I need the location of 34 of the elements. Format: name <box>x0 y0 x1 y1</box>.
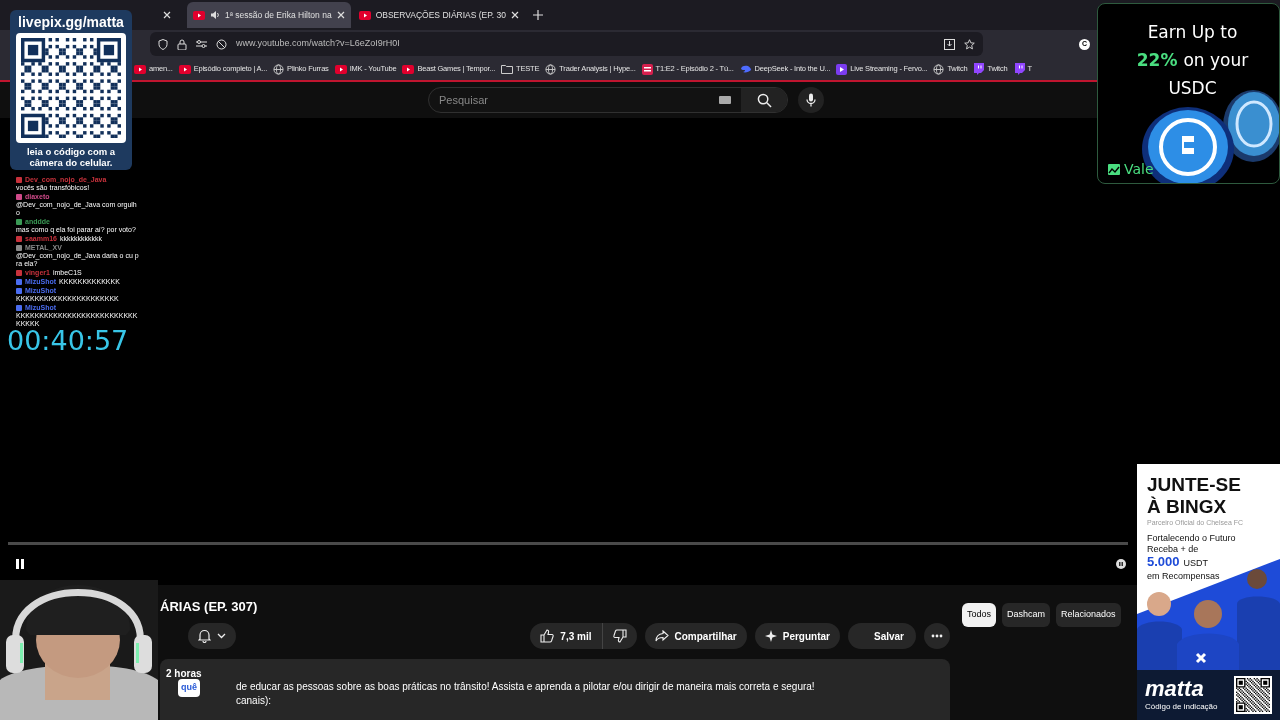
ad-brand: matta <box>1145 677 1205 701</box>
search-placeholder: Pesquisar <box>439 92 489 108</box>
ad-text: Receba + de <box>1147 544 1200 555</box>
browser-tab[interactable]: 1ª sessão de Erika Hilton na <box>187 2 351 28</box>
ad-headline: on your <box>1183 49 1249 72</box>
ad-headline: USDC <box>1168 77 1217 100</box>
filter-chip[interactable]: Todos <box>962 603 997 627</box>
filter-chip[interactable]: Dashcam <box>1002 603 1051 627</box>
url-text: www.youtube.com/watch?v=L6eZoI9rH0I <box>236 37 401 51</box>
ad-brand: Vale <box>1124 160 1154 179</box>
ad-text: Código de indicação <box>1145 701 1218 713</box>
ad-highlight: 22% <box>1136 49 1178 72</box>
upload-age: 2 horas <box>166 668 203 680</box>
share-button[interactable]: Compartilhar <box>644 623 747 649</box>
filter-chip[interactable]: Relacionados <box>1056 603 1121 627</box>
qr-url-text: livepix.gg/matta <box>18 13 124 31</box>
ad-headline: À BINGX <box>1147 496 1228 518</box>
ad-headline: JUNTE-SE <box>1147 474 1242 496</box>
ad-text: USDT <box>1183 557 1209 570</box>
address-bar[interactable]: www.youtube.com/watch?v=L6eZoI9rH0I <box>150 32 983 56</box>
ad-amount: 5.000 <box>1147 555 1180 569</box>
browser-tab[interactable]: OBSERVAÇÕES DIÁRIAS (EP. 30 <box>352 2 525 28</box>
search-field[interactable]: Pesquisar <box>428 87 788 113</box>
save-button[interactable]: Salvar <box>847 623 916 649</box>
ad-text: em Recompensas <box>1147 570 1221 582</box>
qr-caption: leia o código com a câmera do celular. <box>25 146 117 168</box>
description-text: canais): <box>236 694 272 708</box>
ad-text: Fortalecendo o Futuro <box>1147 533 1237 544</box>
ad-headline: Earn Up to <box>1147 21 1238 44</box>
ask-button[interactable]: Perguntar <box>754 623 840 649</box>
description-text: de educar as pessoas sobre as boas práticas no trânsito! Assista e aprenda a pilotar e/ou dirigir de maneira mais correta e segura! <box>236 680 816 694</box>
tooltip: quê <box>178 679 200 697</box>
video-title: ÁRIAS (EP. 307) <box>159 598 259 616</box>
stream-timer: 00:40:57 <box>7 325 129 357</box>
